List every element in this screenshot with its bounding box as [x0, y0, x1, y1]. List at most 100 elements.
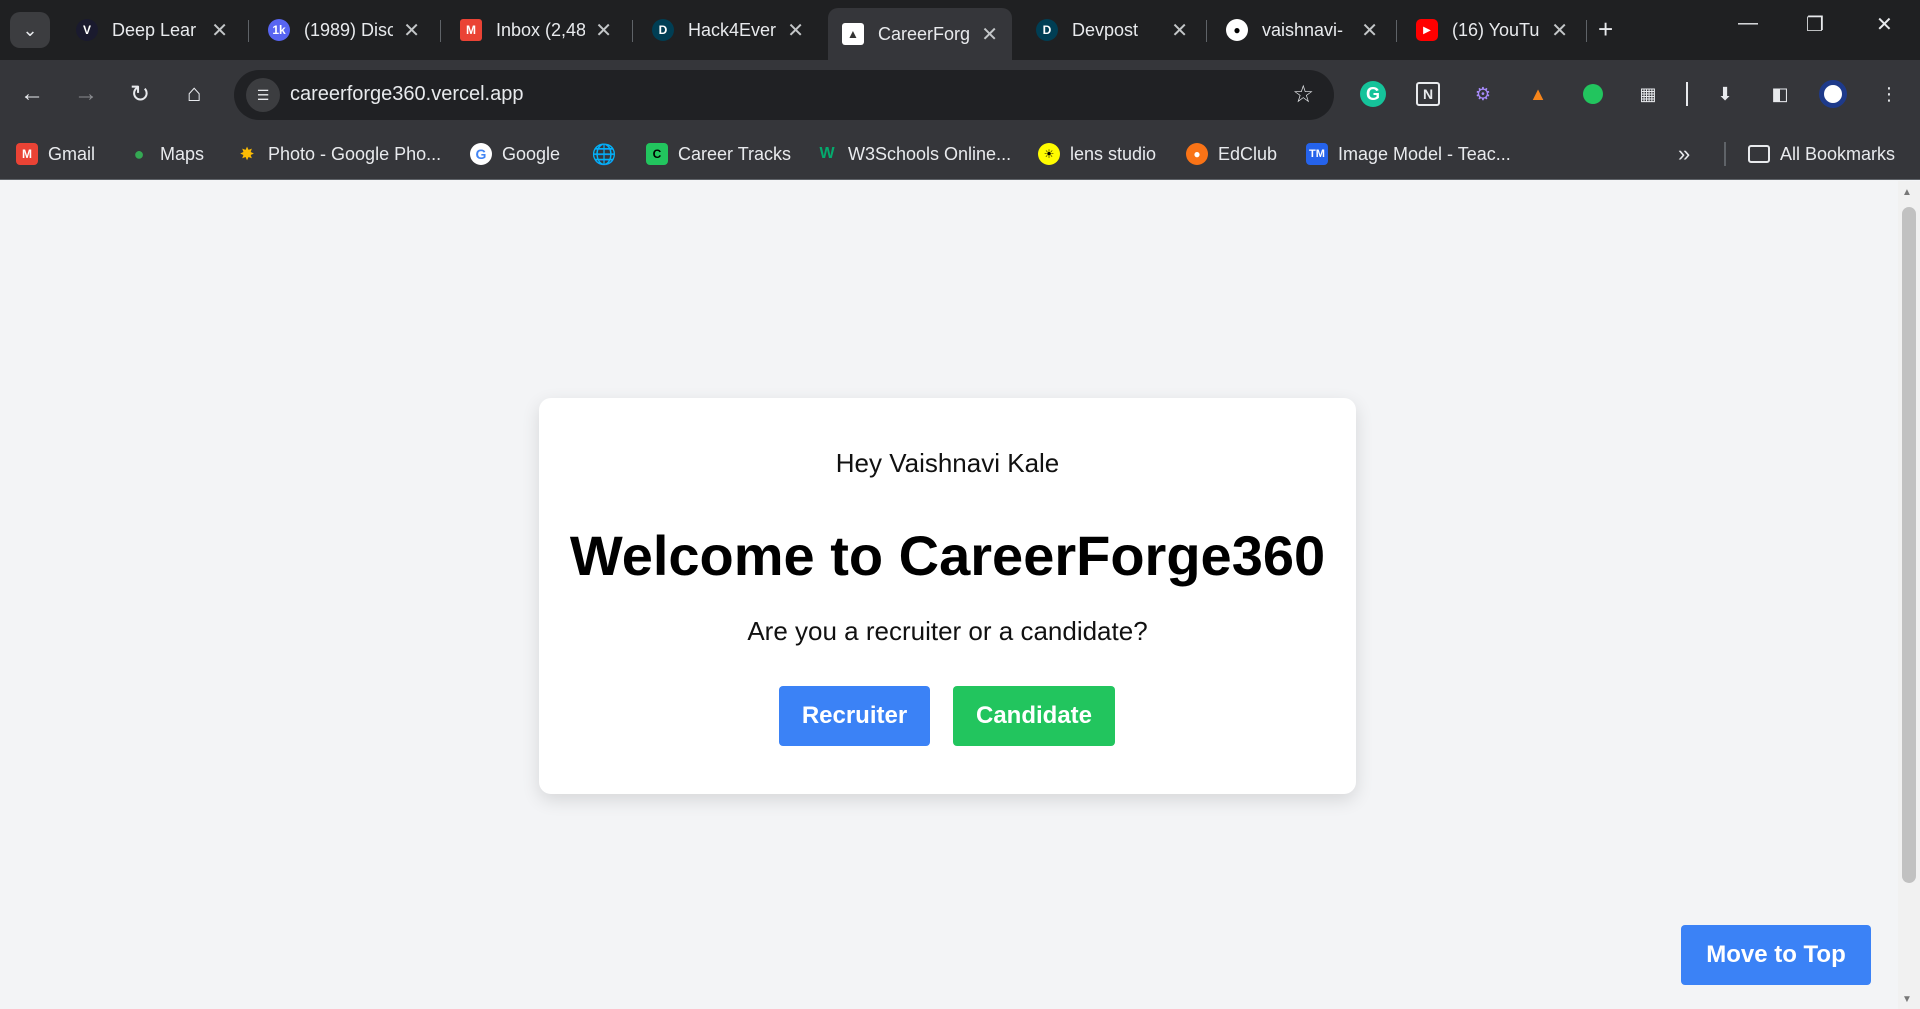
bookmark-gmail[interactable]: M Gmail: [16, 140, 95, 168]
site-info-icon[interactable]: ☰: [246, 78, 280, 112]
browser-toolbar: ← → ↻ ⌂ ☰ careerforge360.vercel.app ☆ G …: [0, 60, 1920, 128]
scroll-down-icon[interactable]: ▼: [1902, 994, 1912, 1005]
welcome-card: Hey Vaishnavi Kale Welcome to CareerForg…: [539, 398, 1356, 794]
lens-studio-icon: ☀: [1038, 143, 1060, 165]
metamask-icon[interactable]: ▲: [1523, 79, 1553, 109]
tab-hack4ever[interactable]: D Hack4Ever ✕: [638, 10, 818, 50]
chevron-down-icon: ⌄: [22, 19, 38, 40]
bookmark-w3schools[interactable]: W W3Schools Online...: [816, 140, 1011, 168]
bookmark-teachable-machine[interactable]: TM Image Model - Teac...: [1306, 140, 1511, 168]
bookmark-label: Image Model - Teac...: [1338, 143, 1511, 164]
tab-divider: [440, 20, 441, 42]
tab-divider: [632, 20, 633, 42]
address-bar[interactable]: ☰ careerforge360.vercel.app ☆: [234, 70, 1334, 120]
tab-devpost[interactable]: D Devpost ✕: [1022, 10, 1202, 50]
google-photos-icon: ✸: [239, 143, 255, 164]
bookmark-google-photos[interactable]: ✸ Photo - Google Pho...: [236, 140, 441, 168]
close-icon[interactable]: ✕: [981, 22, 998, 47]
new-tab-icon[interactable]: +: [1598, 14, 1613, 45]
bookmarks-divider: [1724, 142, 1726, 166]
page-scrollbar[interactable]: ▲ ▼: [1898, 181, 1920, 1009]
extension-icon[interactable]: ⚙: [1468, 79, 1498, 109]
toolbar-divider: [1686, 82, 1688, 106]
bookmark-career-tracks[interactable]: C Career Tracks: [646, 140, 791, 168]
close-icon[interactable]: ✕: [1171, 18, 1188, 43]
folder-icon: [1748, 145, 1770, 163]
career-tracks-icon: C: [646, 143, 668, 165]
deeplearning-icon: V: [76, 19, 98, 41]
url-text[interactable]: careerforge360.vercel.app: [290, 83, 523, 106]
tab-label: Inbox (2,48: [496, 19, 586, 40]
close-icon[interactable]: ✕: [787, 18, 804, 43]
restore-icon[interactable]: ❐: [1806, 12, 1824, 37]
scroll-thumb[interactable]: [1902, 207, 1916, 883]
tab-label: (1989) Disc: [304, 19, 394, 40]
greeting-text: Hey Vaishnavi Kale: [835, 448, 1060, 478]
extensions-puzzle-icon[interactable]: ▦: [1633, 79, 1663, 109]
notion-icon[interactable]: N: [1413, 79, 1443, 109]
status-dot-icon[interactable]: [1578, 79, 1608, 109]
close-icon[interactable]: ✕: [595, 18, 612, 43]
tab-label: Hack4Ever: [688, 19, 777, 40]
minimize-icon[interactable]: —: [1738, 12, 1758, 35]
youtube-icon: ▶: [1416, 19, 1438, 41]
tab-label: Deep Lear: [112, 19, 197, 40]
devpost-icon: D: [652, 19, 674, 41]
close-icon[interactable]: ✕: [211, 18, 228, 43]
bookmark-google[interactable]: G Google: [470, 140, 560, 168]
tab-gmail-inbox[interactable]: M Inbox (2,48 ✕: [446, 10, 626, 50]
devpost-icon: D: [1036, 19, 1058, 41]
reload-icon[interactable]: ↻: [122, 76, 158, 112]
all-bookmarks-button[interactable]: All Bookmarks: [1748, 140, 1895, 168]
bookmark-star-icon[interactable]: ☆: [1292, 80, 1314, 109]
download-icon[interactable]: ⬇: [1710, 79, 1740, 109]
move-to-top-button[interactable]: Move to Top: [1681, 925, 1871, 985]
grammarly-icon[interactable]: G: [1358, 79, 1388, 109]
bookmark-label: EdClub: [1218, 143, 1278, 164]
side-panel-icon[interactable]: ◧: [1765, 79, 1795, 109]
tab-divider: [248, 20, 249, 42]
bookmark-maps[interactable]: ● Maps: [128, 140, 204, 168]
tab-github[interactable]: ● vaishnavi- ✕: [1212, 10, 1392, 50]
bookmark-edclub[interactable]: ● EdClub: [1186, 140, 1277, 168]
tab-label: (16) YouTu: [1452, 19, 1540, 40]
recruiter-button[interactable]: Recruiter: [779, 686, 930, 746]
candidate-button[interactable]: Candidate: [953, 686, 1115, 746]
page-viewport: Hey Vaishnavi Kale Welcome to CareerForg…: [0, 181, 1898, 1009]
tab-divider: [1396, 20, 1397, 42]
gmail-icon: M: [16, 143, 38, 165]
scroll-up-icon[interactable]: ▲: [1902, 187, 1912, 198]
tab-label: CareerForg: [878, 23, 971, 44]
tab-discord[interactable]: 1k (1989) Disc ✕: [254, 10, 434, 50]
github-icon: ●: [1226, 19, 1248, 41]
discord-icon: 1k: [268, 19, 290, 41]
back-icon[interactable]: ←: [14, 76, 50, 112]
bookmark-label: Maps: [160, 143, 205, 164]
tab-youtube[interactable]: ▶ (16) YouTu ✕: [1402, 10, 1582, 50]
close-icon[interactable]: ✕: [403, 18, 420, 43]
close-icon[interactable]: ✕: [1551, 18, 1568, 43]
careerforge-icon: ▲: [842, 23, 864, 45]
tab-deep-learning[interactable]: V Deep Lear ✕: [62, 10, 242, 50]
tab-careerforge[interactable]: ▲ CareerForg ✕: [828, 8, 1012, 60]
forward-icon[interactable]: →: [68, 76, 104, 112]
bookmark-globe[interactable]: 🌐: [591, 140, 617, 168]
window-close-icon[interactable]: ✕: [1876, 12, 1893, 37]
teachable-machine-icon: TM: [1306, 143, 1328, 165]
globe-icon: 🌐: [591, 143, 617, 166]
maps-icon: ●: [133, 143, 145, 164]
tab-search-button[interactable]: ⌄: [10, 12, 50, 48]
bookmarks-overflow-icon[interactable]: »: [1678, 140, 1690, 168]
menu-kebab-icon[interactable]: ⋮: [1874, 79, 1904, 109]
tab-divider: [1586, 20, 1587, 42]
tab-divider: [1206, 20, 1207, 42]
close-icon[interactable]: ✕: [1361, 18, 1378, 43]
bookmark-label: Google: [502, 143, 561, 164]
home-icon[interactable]: ⌂: [176, 76, 212, 112]
bookmark-lens-studio[interactable]: ☀ lens studio: [1038, 140, 1156, 168]
bookmarks-bar: M Gmail ● Maps ✸ Photo - Google Pho... G…: [0, 128, 1920, 180]
bookmark-label: lens studio: [1070, 143, 1157, 164]
google-icon: G: [470, 143, 492, 165]
profile-avatar[interactable]: [1818, 79, 1848, 109]
tab-label: vaishnavi-: [1262, 19, 1344, 40]
